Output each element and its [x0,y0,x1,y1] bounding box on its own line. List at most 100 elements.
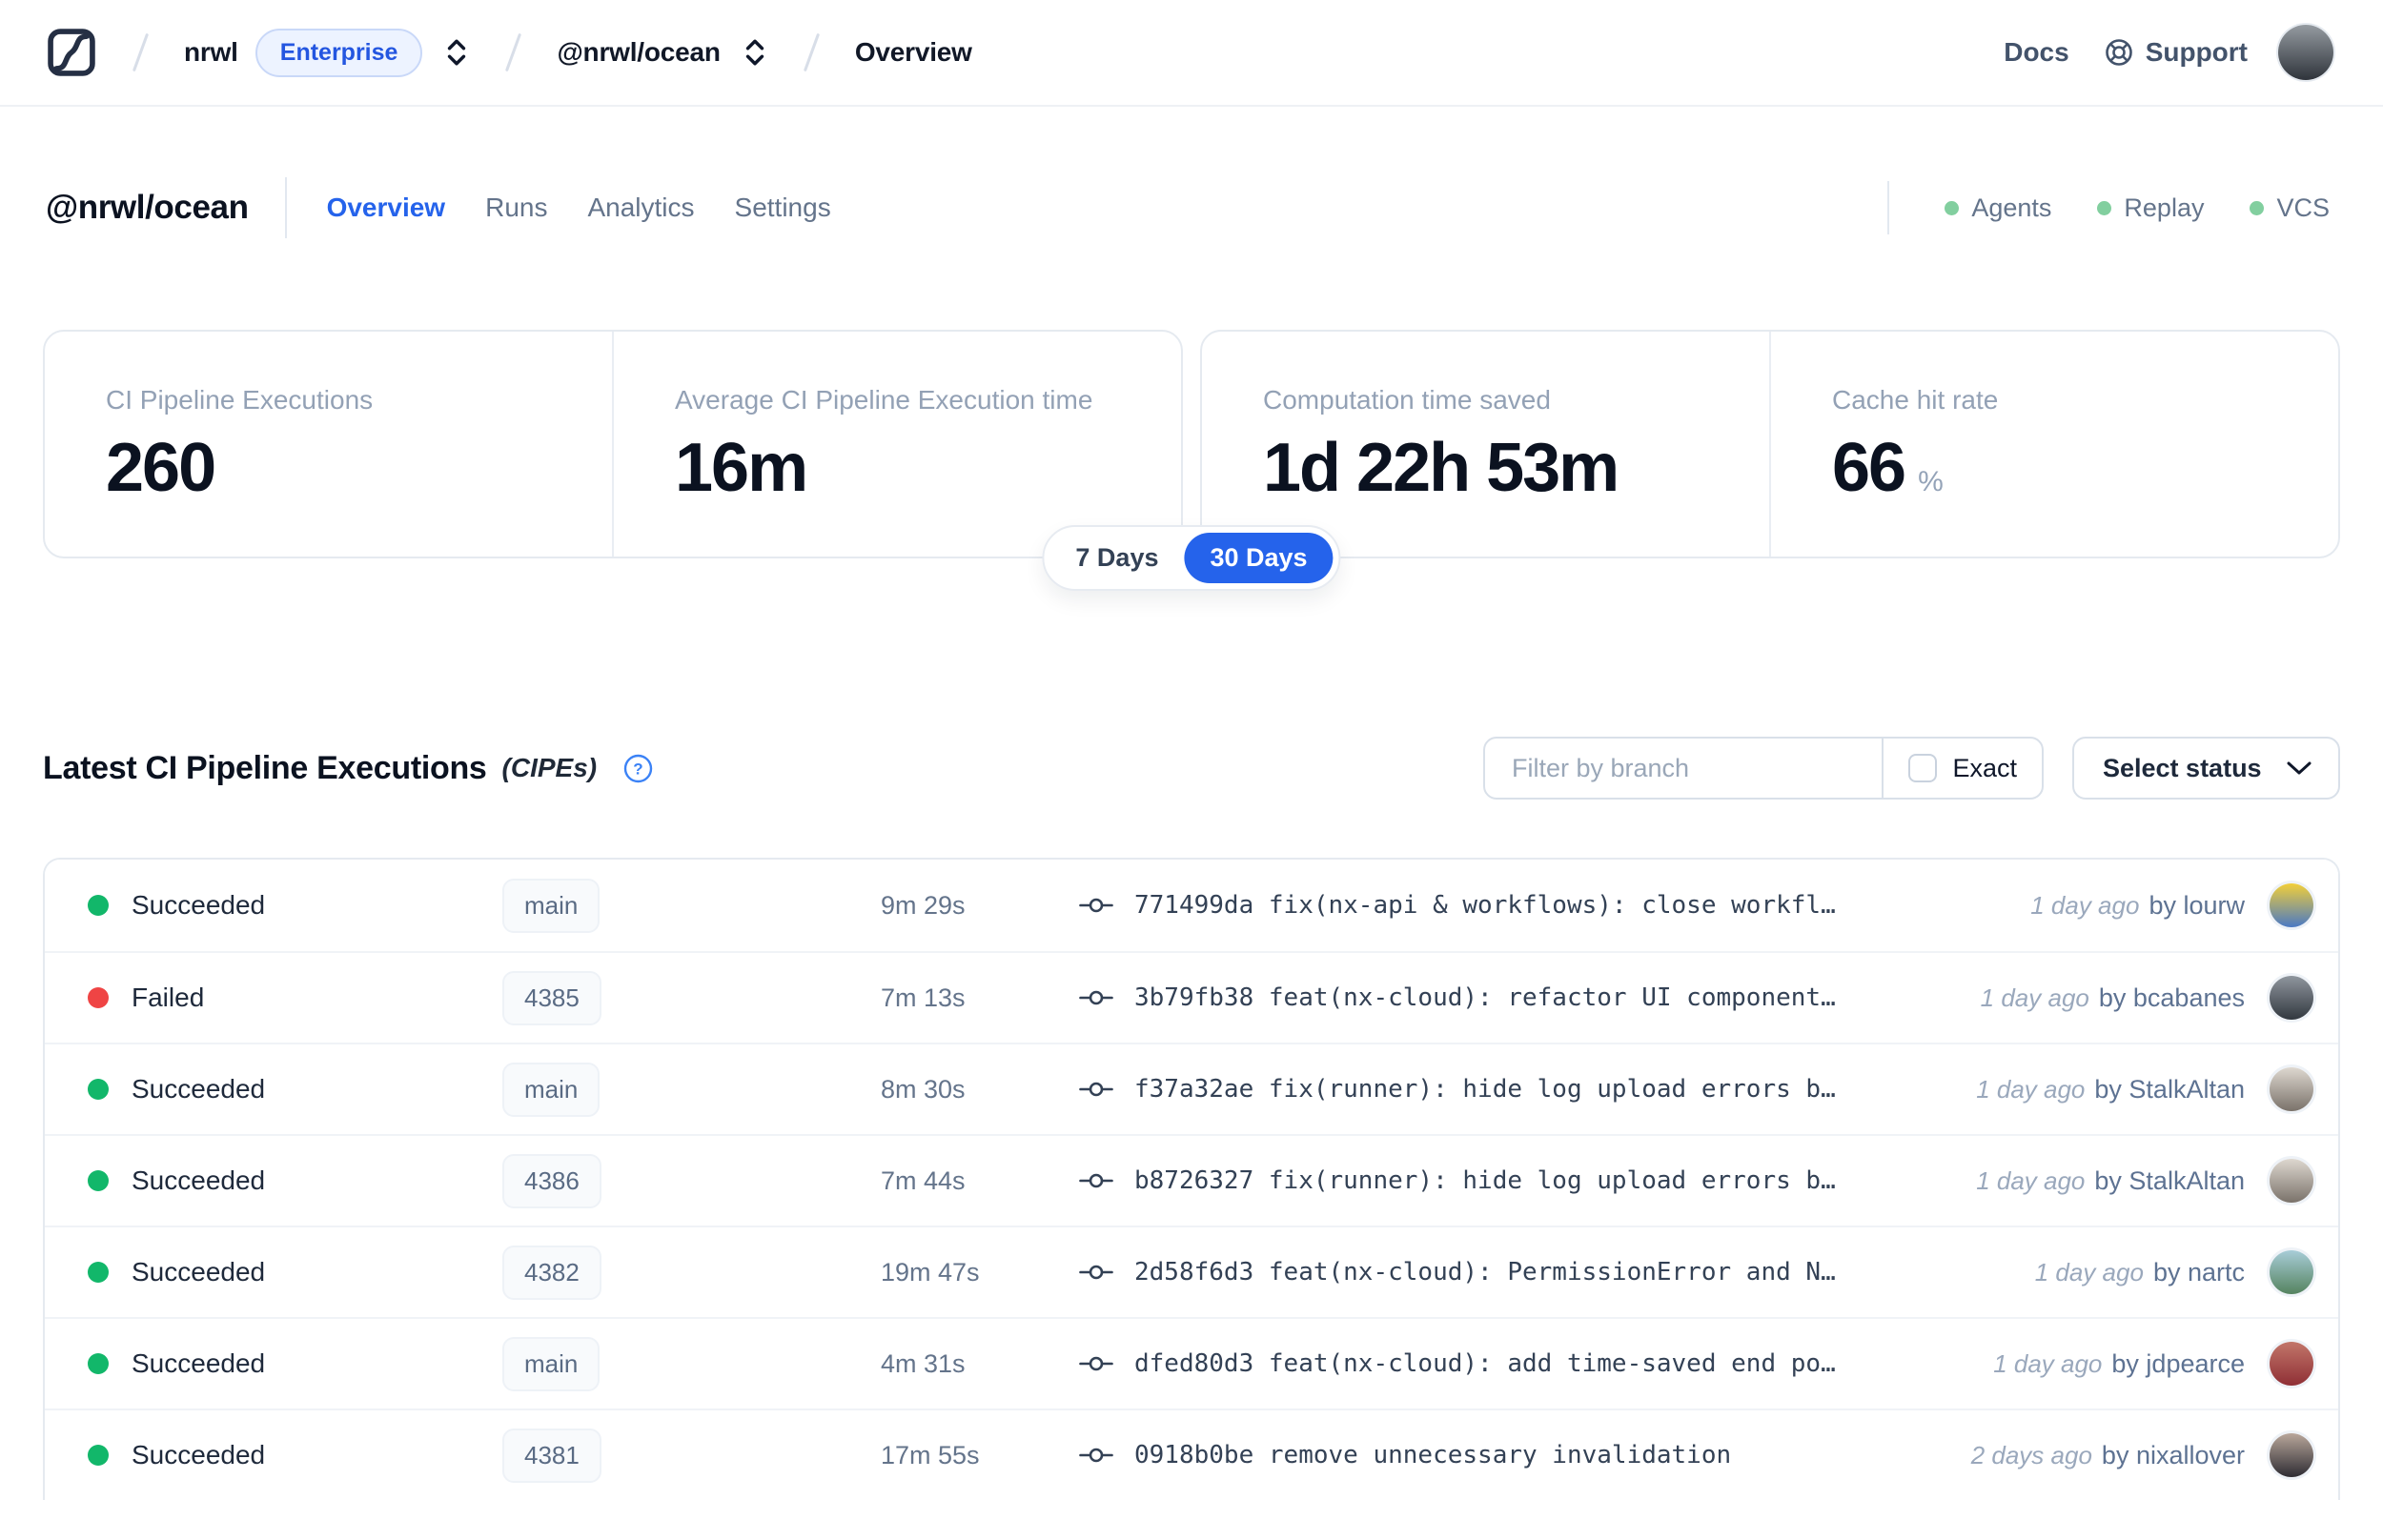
date-range-toggle: 7 Days 30 Days [1042,525,1341,591]
table-row[interactable]: Succeeded 4382 19m 47s 2d58f6d3 feat(nx-… [45,1226,2338,1317]
stats-cards: CI Pipeline Executions 260 Average CI Pi… [43,330,2340,591]
commit-hash[interactable]: 3b79fb38 [1134,983,1253,1012]
cipe-filters: Exact Select status [1483,737,2340,800]
commit-message: feat(nx-cloud): refactor UI component… [1268,983,1836,1012]
table-row[interactable]: Failed 4385 7m 13s 3b79fb38 feat(nx-clou… [45,951,2338,1043]
cipe-section-header: Latest CI Pipeline Executions (CIPEs) ? … [0,736,2383,800]
commit-message: feat(nx-cloud): add time-saved end po… [1268,1349,1836,1378]
git-commit-icon [1079,894,1113,917]
table-row[interactable]: Succeeded main 8m 30s f37a32ae fix(runne… [45,1043,2338,1134]
enterprise-badge: Enterprise [255,28,423,77]
integration-agents[interactable]: Agents [1945,193,2051,223]
status-cell: Succeeded [88,1257,502,1287]
author-avatar[interactable] [2270,1250,2313,1294]
branch-badge[interactable]: 4381 [502,1428,601,1483]
stat-ci-pipeline-executions: CI Pipeline Executions 260 [106,385,374,506]
workspace-switcher-chevrons-icon[interactable] [742,37,768,68]
integration-vcs[interactable]: VCS [2250,193,2330,223]
tab-runs[interactable]: Runs [485,192,547,223]
breadcrumb-slash-icon [803,32,820,72]
commit-message: fix(nx-api & workflows): close workfl… [1268,891,1836,920]
commit-cell[interactable]: 0918b0be remove unnecessary invalidation [1079,1441,1971,1469]
table-row[interactable]: Succeeded main 4m 31s dfed80d3 feat(nx-c… [45,1317,2338,1408]
commit-cell[interactable]: 3b79fb38 feat(nx-cloud): refactor UI com… [1079,983,1981,1012]
commit-cell[interactable]: 2d58f6d3 feat(nx-cloud): PermissionError… [1079,1258,2035,1287]
status-cell: Succeeded [88,1348,502,1379]
tab-overview[interactable]: Overview [327,192,446,223]
tab-analytics[interactable]: Analytics [587,192,694,223]
author: by nartc [2152,1257,2245,1287]
chevron-down-icon [2285,760,2313,777]
stat-computation-time-saved: Computation time saved 1d 22h 53m [1263,385,1619,506]
commit-hash[interactable]: f37a32ae [1134,1075,1253,1104]
author: by StalkAltan [2094,1074,2245,1104]
time-ago: 1 day ago [2034,1257,2144,1287]
table-row[interactable]: Succeeded 4386 7m 44s b8726327 fix(runne… [45,1134,2338,1226]
support-link[interactable]: Support [2104,37,2248,68]
commit-cell[interactable]: b8726327 fix(runner): hide log upload er… [1079,1166,1976,1195]
table-row[interactable]: Succeeded 4381 17m 55s 0918b0be remove u… [45,1408,2338,1500]
git-commit-icon [1079,986,1113,1009]
stat-card-savings-cache: Computation time saved 1d 22h 53m Cache … [1200,330,2340,558]
lifebuoy-icon [2104,37,2134,68]
status-dot [88,1445,109,1466]
author-avatar[interactable] [2270,1067,2313,1111]
author-avatar[interactable] [2270,883,2313,927]
commit-hash[interactable]: 2d58f6d3 [1134,1258,1253,1287]
nx-cloud-logo-icon[interactable] [46,27,97,78]
docs-link[interactable]: Docs [2004,37,2068,68]
commit-cell[interactable]: dfed80d3 feat(nx-cloud): add time-saved … [1079,1349,1993,1378]
author: by bcabanes [2098,983,2245,1012]
breadcrumb-slash-icon [132,32,150,72]
branch-filter-group: Exact [1483,737,2044,800]
status-cell: Succeeded [88,1165,502,1196]
integration-replay[interactable]: Replay [2097,193,2204,223]
time-ago: 1 day ago [1980,983,2089,1012]
author-avatar[interactable] [2270,1342,2313,1386]
time-ago: 1 day ago [1976,1074,2086,1104]
divider [284,177,287,238]
user-avatar[interactable] [2278,25,2333,80]
duration: 7m 13s [881,983,966,1012]
top-navbar: nrwl Enterprise @nrwl/ocean Overview Doc… [0,0,2383,107]
status-dot-icon [1945,200,1960,215]
row-meta: 1 day ago by StalkAltan [1976,1067,2313,1111]
breadcrumb-workspace[interactable]: @nrwl/ocean [557,37,721,68]
exact-match-toggle[interactable]: Exact [1884,754,2042,783]
exact-checkbox[interactable] [1908,754,1938,782]
author: by nixallover [2101,1440,2245,1469]
branch-badge[interactable]: main [502,878,601,933]
cipe-table: Succeeded main 9m 29s 771499da fix(nx-ap… [43,858,2340,1500]
time-ago: 2 days ago [1970,1440,2092,1469]
branch-badge[interactable]: 4382 [502,1245,601,1300]
commit-hash[interactable]: 771499da [1134,891,1253,920]
stat-cache-hit-rate: Cache hit rate 66 % [1832,385,1999,506]
range-30-days[interactable]: 30 Days [1184,533,1334,583]
commit-hash[interactable]: dfed80d3 [1134,1349,1253,1378]
breadcrumb-org[interactable]: nrwl [184,37,238,68]
git-commit-icon [1079,1352,1113,1375]
percent-suffix: % [1918,466,1944,497]
commit-cell[interactable]: 771499da fix(nx-api & workflows): close … [1079,891,2030,920]
commit-cell[interactable]: f37a32ae fix(runner): hide log upload er… [1079,1075,1976,1104]
branch-badge[interactable]: 4386 [502,1153,601,1208]
branch-badge[interactable]: main [502,1336,601,1391]
branch-badge[interactable]: 4385 [502,970,601,1025]
time-ago: 1 day ago [1976,1165,2086,1195]
row-meta: 1 day ago by bcabanes [1981,976,2313,1020]
table-row[interactable]: Succeeded main 9m 29s 771499da fix(nx-ap… [45,860,2338,951]
help-icon[interactable]: ? [623,754,653,783]
branch-badge[interactable]: main [502,1062,601,1117]
author-avatar[interactable] [2270,1159,2313,1203]
branch-filter-input[interactable] [1485,739,1883,798]
author-avatar[interactable] [2270,1433,2313,1477]
author-avatar[interactable] [2270,976,2313,1020]
org-switcher-chevrons-icon[interactable] [443,37,470,68]
tab-settings[interactable]: Settings [735,192,831,223]
divider [1887,181,1890,234]
commit-hash[interactable]: 0918b0be [1134,1441,1253,1469]
commit-hash[interactable]: b8726327 [1134,1166,1253,1195]
status-select-dropdown[interactable]: Select status [2072,737,2340,800]
range-7-days[interactable]: 7 Days [1049,533,1184,583]
navbar-actions: Docs Support [2004,25,2333,80]
